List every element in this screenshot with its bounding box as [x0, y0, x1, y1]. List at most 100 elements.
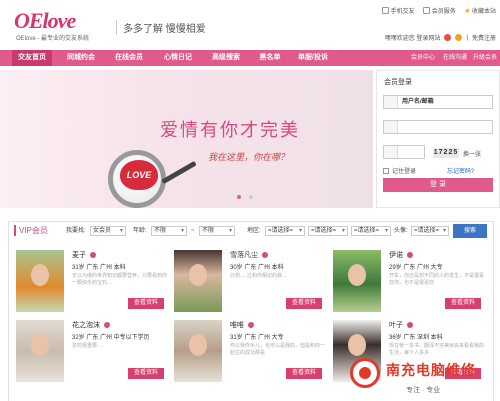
- slogan: 多多了解 慢慢相爱: [116, 20, 206, 35]
- nav-upgrade[interactable]: 升级会员: [473, 50, 497, 66]
- vip-badge-icon: [248, 322, 254, 329]
- nav-member-center[interactable]: 会员中心: [411, 50, 435, 66]
- region-label: 地区:: [247, 228, 261, 234]
- captcha-refresh-link[interactable]: 换一张: [463, 149, 481, 158]
- user-icon: [384, 96, 398, 108]
- mobile-link[interactable]: 手机交友: [381, 6, 415, 15]
- photo-label: 头像:: [394, 228, 408, 234]
- member-desc: 爱的很重要.....: [72, 343, 104, 349]
- captcha-image[interactable]: 17225: [433, 148, 459, 158]
- member-desc: 只想.....过和你相识的我...: [230, 273, 287, 279]
- nav-local-date[interactable]: 同城约会: [60, 50, 102, 66]
- view-profile-button[interactable]: 查看资料: [128, 298, 164, 309]
- member-name[interactable]: 叶子: [389, 320, 413, 330]
- member-info: 36岁 广东 深圳 本科: [389, 335, 443, 341]
- member-info: 32岁 广东 广州 中专以下学历: [72, 335, 150, 341]
- age-separator: ~: [191, 228, 195, 234]
- city-select[interactable]: =请选择=: [308, 226, 348, 236]
- mobile-icon: [381, 7, 389, 14]
- shield-icon: [384, 146, 398, 158]
- register-link[interactable]: 免费注册: [472, 33, 496, 42]
- forgot-password-link[interactable]: 忘记密码?: [447, 166, 474, 175]
- bookmark-link[interactable]: ★ 收藏本站: [463, 6, 496, 16]
- nav-diary[interactable]: 心情日记: [157, 50, 199, 66]
- watermark: 南充电脑维修 专注 · 专业: [350, 358, 496, 401]
- login-title: 会员登录: [384, 79, 412, 86]
- slide-dot-2[interactable]: [249, 195, 253, 199]
- member-icon: [422, 7, 430, 14]
- banner-title: 爱情有你才完美: [160, 120, 300, 140]
- member-name[interactable]: 雪落凡尘: [230, 250, 268, 260]
- heart-icon: LOVE: [120, 160, 158, 190]
- nav-blacklist[interactable]: 黑名单: [253, 50, 287, 66]
- vip-badge-icon: [407, 322, 413, 329]
- gender-select[interactable]: 女会员: [90, 226, 126, 236]
- search-button[interactable]: 搜索: [453, 224, 487, 238]
- captcha-input[interactable]: [383, 145, 425, 159]
- member-desc: 开车，你还是想不同的人的发生，不是很喜欢你，也不是很喜欢: [389, 273, 485, 286]
- qq-icon[interactable]: [455, 34, 463, 41]
- main-nav: 交友首页 同城约会 在线会员 心情日记 高级搜索 黑名单 单服/投诉 会员中心 …: [0, 50, 500, 66]
- district-select[interactable]: =请选择=: [351, 226, 391, 236]
- slide-dot-1[interactable]: [237, 195, 241, 199]
- lock-icon: [384, 121, 398, 133]
- view-profile-button[interactable]: 查看资料: [286, 368, 322, 379]
- member-name[interactable]: 麦子: [72, 250, 96, 260]
- nav-online-members[interactable]: 在线会员: [108, 50, 150, 66]
- age-label: 年龄:: [133, 228, 147, 234]
- vip-badge-icon: [407, 252, 413, 259]
- welcome-text[interactable]: 嘿嘿欢迎您 登录网站: [385, 33, 441, 42]
- hero-banner[interactable]: 爱情有你才完美 我在这里，你在哪？: [0, 70, 373, 208]
- remember-login[interactable]: 记住登录: [383, 166, 416, 175]
- member-name[interactable]: 唯唯: [230, 320, 254, 330]
- member-info: 30岁 广东 广州 本科: [230, 265, 284, 271]
- member-name[interactable]: 花之泡沫: [72, 320, 110, 330]
- photo-select[interactable]: =请选择=: [411, 226, 449, 236]
- vip-title: VIP会员: [14, 225, 48, 236]
- view-profile-button[interactable]: 查看资料: [445, 298, 481, 309]
- watermark-logo-icon: [350, 358, 380, 388]
- age-from-select[interactable]: 不限: [151, 226, 187, 236]
- watermark-title: 南充电脑维修: [386, 362, 476, 378]
- vip-badge-icon: [90, 252, 96, 259]
- star-icon: ★: [463, 7, 470, 15]
- member-card: 麦子 31岁 广东 广州 本科 无以为继的世界知识都要营养，只要看到你一颗快乐的…: [16, 250, 171, 312]
- member-name[interactable]: 伊诺: [389, 250, 413, 260]
- banner-subtitle: 我在这里，你在哪？: [208, 152, 290, 162]
- age-to-select[interactable]: 不限: [199, 226, 235, 236]
- member-info: 31岁 广东 广州 本科: [72, 265, 126, 271]
- password-field[interactable]: [383, 120, 493, 134]
- login-button[interactable]: 登 录: [383, 178, 493, 192]
- member-photo[interactable]: [174, 320, 222, 382]
- login-row: 嘿嘿欢迎您 登录网站 | 免费注册: [384, 33, 496, 42]
- logo-subtitle: OElove - 最专业的交友系统: [16, 36, 90, 42]
- nav-complaint[interactable]: 单服/投诉: [292, 50, 334, 66]
- vip-badge-icon: [104, 322, 110, 329]
- member-photo[interactable]: [16, 250, 64, 312]
- weibo-icon[interactable]: [444, 34, 452, 41]
- member-photo[interactable]: [333, 250, 381, 312]
- site-logo[interactable]: OElove: [14, 8, 76, 34]
- member-photo[interactable]: [174, 250, 222, 312]
- member-desc: 无以为继的世界知识都要营养，只要看到你一颗快乐的宝石....: [72, 273, 168, 286]
- vip-badge-icon: [262, 252, 268, 259]
- nav-chat[interactable]: 在线沟通: [443, 50, 467, 66]
- member-info: 29岁 广东 广州 大专: [389, 265, 443, 271]
- header: OElove OElove - 最专业的交友系统 多多了解 慢慢相爱 手机交友 …: [0, 0, 500, 46]
- member-card: 伊诺 29岁 广东 广州 大专 开车，你还是想不同的人的发生，不是很喜欢你，也不…: [333, 250, 488, 312]
- nav-home[interactable]: 交友首页: [12, 50, 52, 66]
- nav-advanced-search[interactable]: 高级搜索: [205, 50, 247, 66]
- member-desc: 现在我一本书，翻译不完美就会来看看我的生活，每个人多多: [389, 343, 485, 356]
- member-photo[interactable]: [16, 320, 64, 382]
- watermark-subtitle: 专注 · 专业: [406, 387, 441, 394]
- username-field[interactable]: 用户名/邮箱: [383, 95, 493, 109]
- view-profile-button[interactable]: 查看资料: [128, 368, 164, 379]
- member-service-link[interactable]: 会员服务: [422, 6, 456, 15]
- remember-checkbox[interactable]: [383, 167, 389, 174]
- member-info: 31岁 广东 广州 大专: [230, 335, 284, 341]
- province-select[interactable]: =请选择=: [265, 226, 305, 236]
- top-links: 手机交友 会员服务 ★ 收藏本站: [381, 6, 496, 16]
- view-profile-button[interactable]: 查看资料: [286, 298, 322, 309]
- member-card: 唯唯 31岁 广东 广州 大专 你以我你手儿，也可以是我的，但是和你一起往的成功…: [174, 320, 329, 382]
- member-desc: 你以我你手儿，也可以是我的，但是和你一起往的成功那是: [230, 343, 326, 356]
